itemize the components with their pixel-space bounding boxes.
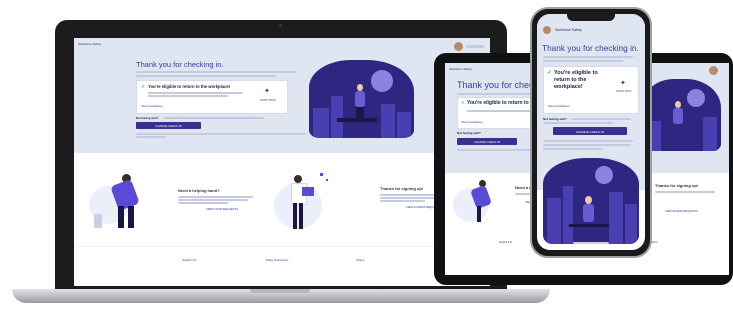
phone-hero: Workforce Safety Thank you for checking …	[537, 14, 645, 244]
tablet-guidelines-link[interactable]: View Guidelines	[461, 120, 482, 124]
avatar[interactable]	[454, 42, 463, 51]
change-check-in-button[interactable]: CHANGE CHECK-IN	[136, 122, 201, 129]
phone-avatar[interactable]	[543, 26, 551, 34]
tablet-thanks-title: Thanks for signing up!	[655, 183, 699, 188]
page-title: Thank you for checking in.	[136, 60, 224, 69]
laptop-notch	[250, 289, 310, 293]
tablet-change-check-in-button[interactable]: CHANGE CHECK-IN	[457, 138, 517, 145]
phone-notch	[567, 14, 615, 21]
phone-guidelines-link[interactable]: View Guidelines	[548, 104, 569, 108]
tablet-check-icon: ✓	[461, 100, 466, 106]
pass-icon: ✦	[264, 88, 270, 95]
box-illustration	[274, 163, 334, 235]
intro-text	[136, 71, 296, 73]
tablet-feeling-text: Not feeling well?	[457, 131, 481, 135]
phone-home-indicator	[573, 242, 609, 244]
app-name: Workforce Safety	[78, 42, 101, 46]
view-your-requests-link[interactable]: VIEW YOUR REQUESTS	[206, 207, 238, 211]
footer-link-others[interactable]: Others	[356, 258, 364, 262]
tablet-app-name: Workforce Safety	[449, 67, 472, 71]
footer-link-helpful-info[interactable]: Helpful Info	[182, 258, 196, 262]
phone-change-check-in-button[interactable]: CHANGE CHECK-IN	[553, 127, 627, 135]
status-detail	[148, 92, 243, 94]
tablet-avatar[interactable]	[709, 66, 718, 75]
tablet-helping-illustration	[453, 178, 505, 226]
phone-screen: Workforce Safety Thank you for checking …	[537, 14, 645, 250]
entry-pass-badge[interactable]: ✦ ENTRY PASS	[255, 87, 281, 107]
intro-text-2	[136, 75, 276, 77]
tablet-illustration	[643, 79, 721, 151]
header-menu-bar[interactable]	[466, 45, 484, 48]
entry-pass-label: ENTRY PASS	[260, 99, 276, 102]
phone-entry-pass[interactable]: ✦ ENTRY PASS	[614, 79, 634, 99]
feeling-text: Not feeling well?	[136, 116, 159, 120]
hero-footnote	[136, 133, 306, 135]
status-detail-2	[148, 95, 228, 97]
phone-check-icon: ✓	[547, 70, 553, 76]
help-card-title: Need a helping hand?	[178, 188, 220, 193]
footer-divider	[74, 246, 490, 247]
hero-footnote-2	[136, 136, 166, 138]
phone-page-title: Thank you for checking in.	[542, 43, 639, 53]
feeling-detail	[164, 117, 264, 119]
phone-app-name: Workforce Safety	[555, 28, 582, 32]
phone-eligibility-line-2: return to the	[554, 77, 587, 83]
status-card: ✓ You're eligible to return to the workp…	[136, 80, 288, 114]
view-guidelines-link[interactable]: View Guidelines	[141, 104, 162, 108]
eligibility-message: You're eligible to return to the workpla…	[148, 84, 231, 89]
change-check-in-label: CHANGE CHECK-IN	[155, 124, 182, 128]
phone-eligibility-line-1: You're eligible to	[554, 70, 598, 76]
hero-section: Workforce Safety Thank you for checking …	[74, 38, 490, 153]
phone-illustration	[543, 158, 639, 244]
check-icon: ✓	[141, 84, 146, 90]
laptop-camera	[279, 24, 282, 27]
thanks-card-title: Thanks for signing up!	[380, 186, 424, 191]
desk	[337, 118, 377, 122]
hero-illustration	[309, 60, 414, 138]
moon	[371, 70, 393, 92]
footer-link-policy-documents[interactable]: Policy Documents	[266, 258, 288, 262]
helping-illustration	[84, 166, 154, 236]
tablet-footer-helpful-info[interactable]: Helpful Info	[499, 241, 512, 244]
phone-pass-icon: ✦	[620, 80, 626, 87]
laptop-screen: Workforce Safety Thank you for checking …	[74, 38, 490, 286]
phone-status-card: ✓ You're eligible to return to the workp…	[543, 66, 639, 114]
tablet-view-access-link[interactable]: VIEW ACCESS REQUESTS	[665, 210, 698, 213]
phone-eligibility-line-3: workplace!	[554, 84, 583, 90]
phone-feeling-text: Not feeling well?	[543, 117, 567, 121]
